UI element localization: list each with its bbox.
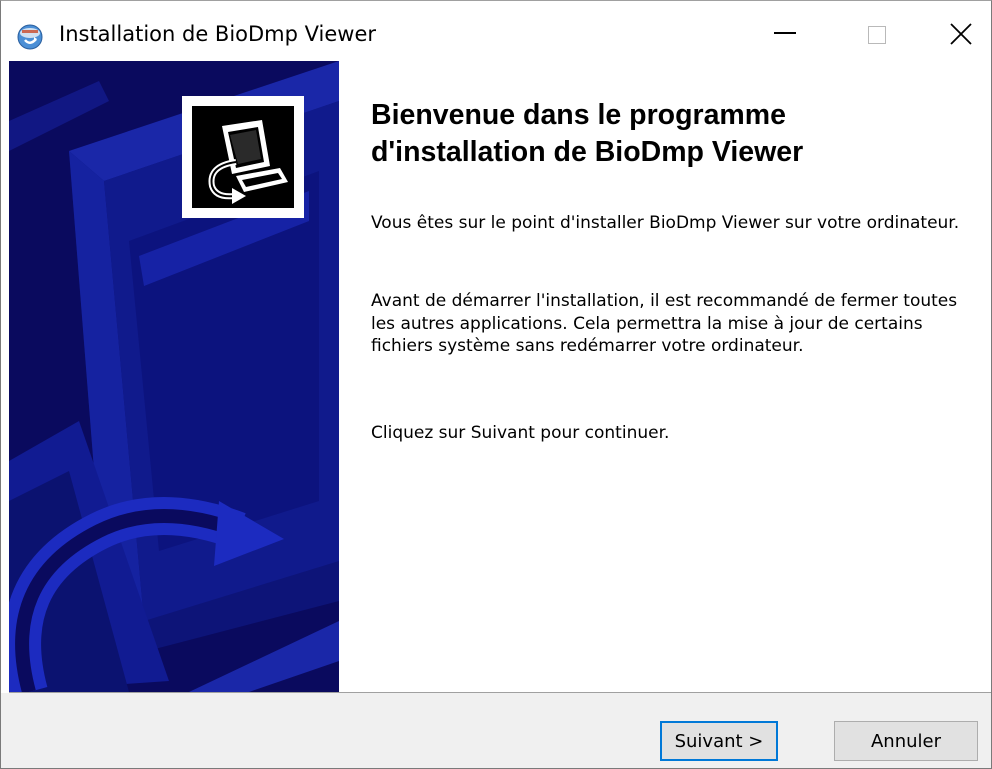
installer-window: Installation de BioDmp Viewer Bienvenue … — [0, 0, 992, 769]
installer-globe-icon — [17, 24, 43, 50]
welcome-heading: Bienvenue dans le programme d'installati… — [371, 97, 971, 171]
close-icon — [950, 23, 972, 45]
button-bar: Suivant > Annuler — [1, 693, 991, 768]
recommendation-paragraph: Avant de démarrer l'installation, il est… — [371, 291, 958, 356]
intro-paragraph: Vous êtes sur le point d'installer BioDm… — [371, 213, 960, 233]
minimize-button[interactable] — [739, 1, 831, 61]
welcome-heading-line2: d'installation de BioDmp Viewer — [371, 136, 804, 168]
cancel-button[interactable]: Annuler — [834, 721, 978, 761]
next-button[interactable]: Suivant > — [660, 721, 778, 761]
setup-badge — [182, 96, 304, 218]
minimize-icon — [774, 32, 796, 34]
window-title: Installation de BioDmp Viewer — [59, 22, 377, 46]
setup-computer-icon — [208, 120, 288, 204]
installer-banner — [9, 61, 339, 692]
continue-paragraph: Cliquez sur Suivant pour continuer. — [371, 423, 670, 443]
welcome-heading-line1: Bienvenue dans le programme — [371, 99, 786, 131]
maximize-icon — [868, 26, 886, 44]
close-button[interactable] — [899, 1, 991, 61]
welcome-content: Bienvenue dans le programme d'installati… — [371, 97, 971, 443]
title-bar[interactable]: Installation de BioDmp Viewer — [1, 1, 991, 61]
